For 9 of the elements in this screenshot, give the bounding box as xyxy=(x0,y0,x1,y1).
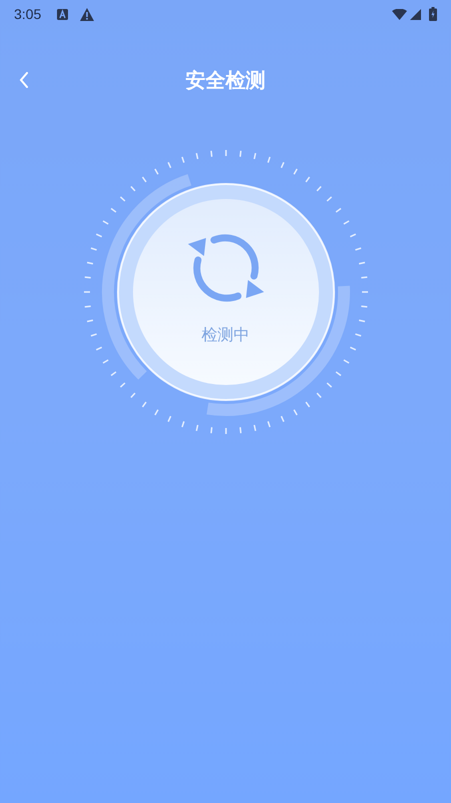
back-icon xyxy=(19,72,29,88)
keyboard-icon xyxy=(57,8,68,20)
warning-icon xyxy=(80,8,94,20)
signal-icon xyxy=(410,8,421,20)
scan-status: 检测中 xyxy=(202,326,250,346)
wifi-icon xyxy=(392,8,407,20)
status-time: 3:05 xyxy=(14,4,42,24)
page-title: 安全检测 xyxy=(186,68,266,94)
battery-icon xyxy=(429,7,437,21)
